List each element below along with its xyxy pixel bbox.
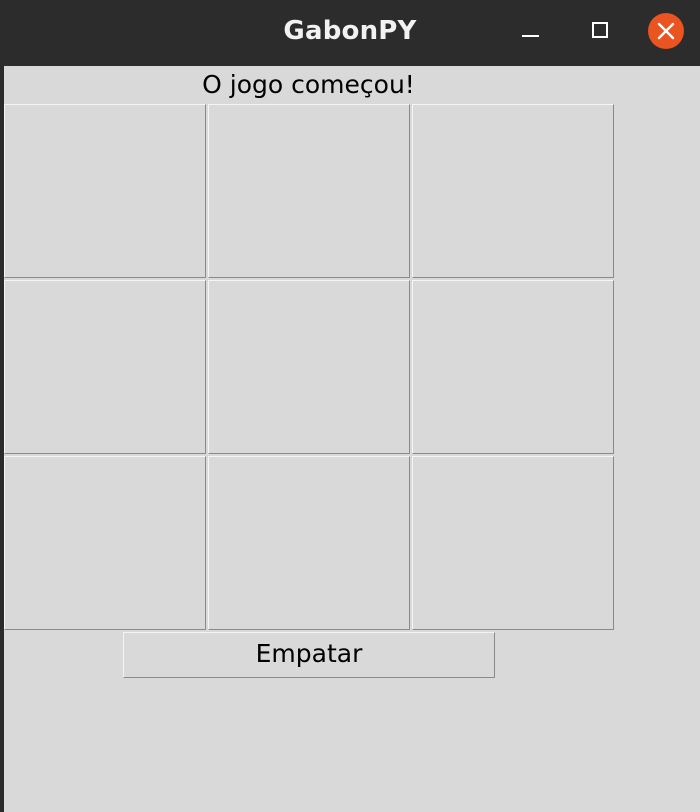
board-cell-1-0[interactable] <box>4 280 206 454</box>
board-cell-0-2[interactable] <box>412 104 614 278</box>
board-cell-1-2[interactable] <box>412 280 614 454</box>
maximize-icon <box>592 22 608 38</box>
board-cell-2-2[interactable] <box>412 456 614 630</box>
board-cell-2-1[interactable] <box>208 456 410 630</box>
board-cell-2-0[interactable] <box>4 456 206 630</box>
draw-button[interactable]: Empatar <box>123 632 495 678</box>
game-status-label: O jogo começou! <box>202 70 415 99</box>
board-cell-1-1[interactable] <box>208 280 410 454</box>
close-icon <box>657 22 675 40</box>
close-button[interactable] <box>648 13 684 49</box>
maximize-button[interactable] <box>581 13 617 49</box>
title-bar[interactable]: GabonPY <box>0 0 700 66</box>
app-window: GabonPY O jogo começou! Empatar <box>0 0 700 812</box>
minimize-button[interactable] <box>513 13 549 49</box>
minimize-icon <box>522 35 539 37</box>
board-cell-0-0[interactable] <box>4 104 206 278</box>
board-cell-0-1[interactable] <box>208 104 410 278</box>
main-content: O jogo começou! Empatar <box>4 66 700 812</box>
